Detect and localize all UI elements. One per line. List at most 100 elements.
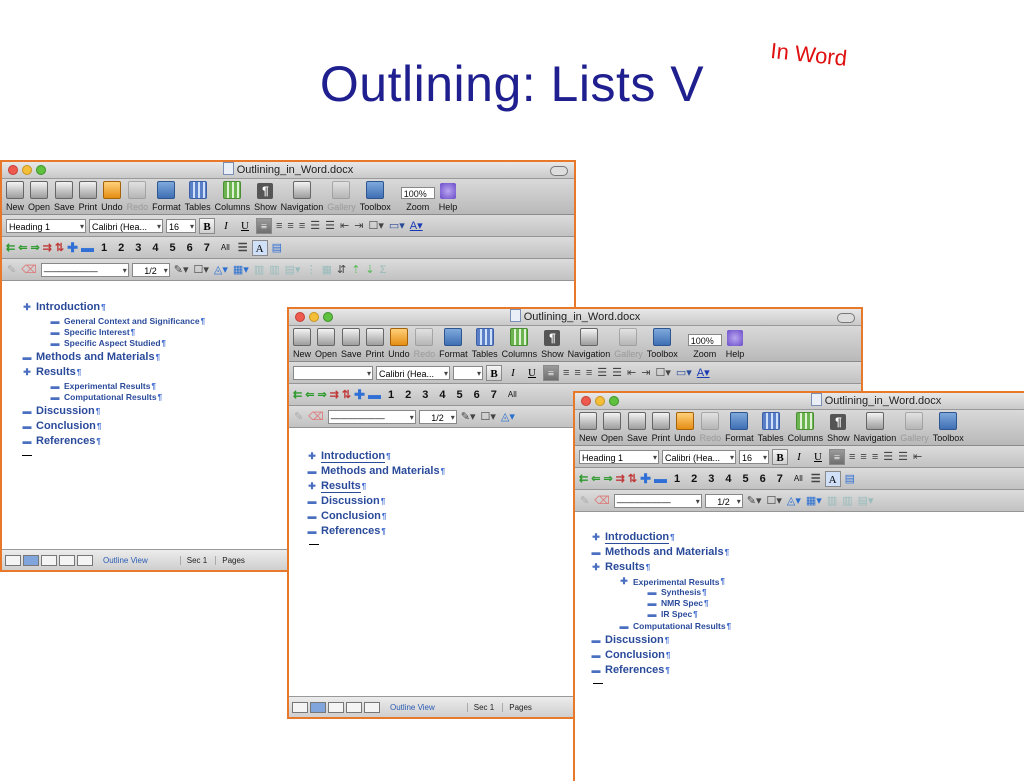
align-left-button[interactable]: ≡ — [256, 217, 272, 234]
outline-item[interactable]: ▬ Computational Results ¶ — [50, 392, 163, 402]
columns-button[interactable]: Columns — [215, 181, 250, 214]
new-button[interactable]: New — [6, 181, 24, 214]
collapse-icon[interactable]: ▬ — [654, 471, 667, 486]
align-left-button[interactable]: ≡ — [543, 364, 559, 381]
align-cells-icon[interactable]: ▤▾ — [284, 263, 302, 276]
show-level-6[interactable]: 6 — [756, 473, 770, 485]
draft-view-button[interactable] — [292, 701, 308, 713]
outline-item[interactable]: ▬ References ¶ — [22, 435, 101, 447]
align-center-button[interactable]: ≡ — [848, 451, 856, 463]
outline-item[interactable]: ▬ Methods and Materials ¶ — [22, 351, 161, 363]
minimize-button[interactable] — [309, 312, 319, 322]
show-level-4[interactable]: 4 — [435, 389, 449, 401]
promote-to-heading-icon[interactable]: ⇇ — [293, 388, 302, 401]
increase-indent-button[interactable]: ⇥ — [640, 366, 651, 379]
master-document-icon[interactable]: ▤ — [844, 472, 856, 485]
italic-button[interactable]: I — [791, 449, 807, 465]
line-weight-select[interactable]: 1/2 — [131, 262, 170, 278]
demote-to-body-icon[interactable]: ⇉ — [616, 472, 625, 485]
print-button[interactable]: Print — [366, 328, 384, 361]
collapse-icon[interactable]: ▬ — [81, 240, 94, 255]
outline-item[interactable]: ▬ References ¶ — [307, 525, 386, 537]
promote-icon[interactable]: ⇐ — [591, 472, 600, 485]
master-document-icon[interactable]: ▤ — [271, 241, 283, 254]
show-button[interactable]: ¶ Show — [254, 183, 277, 214]
style-select[interactable]: Heading 1 — [6, 218, 86, 234]
outline-item[interactable]: ▬ Methods and Materials ¶ — [591, 546, 730, 558]
decrease-indent-button[interactable]: ⇤ — [912, 450, 923, 463]
zoom-button[interactable] — [609, 396, 619, 406]
outline-item[interactable]: ✚ Introduction ¶ — [307, 450, 391, 463]
outline-item[interactable]: ✚ Results ¶ — [22, 366, 81, 378]
zoom-control[interactable]: 100% Zoom — [400, 187, 435, 214]
style-select[interactable] — [293, 365, 373, 381]
show-level-2[interactable]: 2 — [114, 242, 128, 254]
border-icon[interactable]: ☐▾ — [480, 410, 497, 423]
font-select[interactable]: Calibri (Hea... — [662, 449, 736, 465]
show-all-levels[interactable]: All — [790, 474, 807, 483]
collapse-icon[interactable]: ▬ — [368, 387, 381, 402]
redo-button[interactable]: Redo — [127, 181, 148, 214]
font-size-select[interactable]: 16 — [739, 449, 769, 465]
distribute-rows-icon[interactable]: ⋮ — [305, 263, 318, 276]
show-level-7[interactable]: 7 — [773, 473, 787, 485]
eraser-icon[interactable]: ⌫ — [593, 494, 611, 507]
pen-color-icon[interactable]: ✎▾ — [746, 494, 763, 507]
publishing-view-button[interactable] — [41, 554, 57, 566]
toolbar-toggle-button[interactable] — [837, 313, 855, 323]
zoom-select[interactable]: 100% — [400, 187, 435, 199]
split-cells-icon[interactable]: ▥ — [268, 263, 280, 276]
show-level-2[interactable]: 2 — [687, 473, 701, 485]
publishing-view-button[interactable] — [328, 701, 344, 713]
toolbar-toggle-button[interactable] — [550, 166, 568, 176]
expand-icon[interactable]: ✚ — [67, 240, 78, 256]
expand-icon[interactable]: ✚ — [354, 387, 365, 403]
show-level-5[interactable]: 5 — [166, 242, 180, 254]
font-select[interactable]: Calibri (Hea... — [89, 218, 163, 234]
show-formatting-icon[interactable]: A — [824, 470, 841, 487]
show-level-3[interactable]: 3 — [418, 389, 432, 401]
show-level-3[interactable]: 3 — [704, 473, 718, 485]
new-button[interactable]: New — [293, 328, 311, 361]
first-line-only-icon[interactable]: ☰ — [237, 241, 249, 254]
close-button[interactable] — [295, 312, 305, 322]
line-style-select[interactable]: —————— — [613, 493, 702, 509]
titlebar[interactable]: Outlining_in_Word.docx — [2, 162, 574, 179]
show-level-2[interactable]: 2 — [401, 389, 415, 401]
decrease-indent-button[interactable]: ⇤ — [339, 219, 350, 232]
save-button[interactable]: Save — [54, 181, 75, 214]
help-button[interactable]: Help — [439, 183, 457, 214]
pencil-icon[interactable]: ✎ — [293, 410, 304, 423]
outline-item[interactable]: ▬ Conclusion ¶ — [307, 510, 387, 522]
show-level-4[interactable]: 4 — [721, 473, 735, 485]
move-icon[interactable]: ⇅ — [628, 472, 637, 485]
font-color-button[interactable]: A▾ — [409, 219, 424, 232]
outline-item[interactable]: ▬ Methods and Materials ¶ — [307, 465, 446, 477]
print-layout-button[interactable] — [346, 701, 362, 713]
borders-button[interactable]: ☐▾ — [367, 219, 384, 232]
format-button[interactable]: Format — [152, 181, 181, 214]
font-size-select[interactable]: 16 — [166, 218, 196, 234]
show-level-6[interactable]: 6 — [470, 389, 484, 401]
show-level-7[interactable]: 7 — [487, 389, 501, 401]
bullets-button[interactable]: ☰ — [897, 450, 909, 463]
outline-item[interactable]: ▬ Discussion ¶ — [22, 405, 101, 417]
columns-button[interactable]: Columns — [788, 412, 823, 445]
pencil-icon[interactable]: ✎ — [6, 263, 17, 276]
shading-icon[interactable]: ◬▾ — [213, 263, 229, 276]
align-right-button[interactable]: ≡ — [286, 220, 294, 232]
align-center-button[interactable]: ≡ — [562, 367, 570, 379]
bold-button[interactable]: B — [772, 448, 788, 465]
underline-button[interactable]: U — [524, 365, 540, 381]
show-level-6[interactable]: 6 — [183, 242, 197, 254]
show-button[interactable]: ¶ Show — [541, 330, 564, 361]
merge-cells-icon[interactable]: ▥ — [826, 494, 838, 507]
bullets-button[interactable]: ☰ — [611, 366, 623, 379]
promote-icon[interactable]: ⇐ — [18, 241, 27, 254]
demote-icon[interactable]: ⇒ — [317, 388, 326, 401]
open-button[interactable]: Open — [28, 181, 50, 214]
toolbox-button[interactable]: Toolbox — [360, 181, 391, 214]
outline-item[interactable]: ▬ Conclusion ¶ — [591, 649, 671, 661]
promote-to-heading-icon[interactable]: ⇇ — [6, 241, 15, 254]
outline-item[interactable]: ✚ Results ¶ — [307, 480, 366, 493]
